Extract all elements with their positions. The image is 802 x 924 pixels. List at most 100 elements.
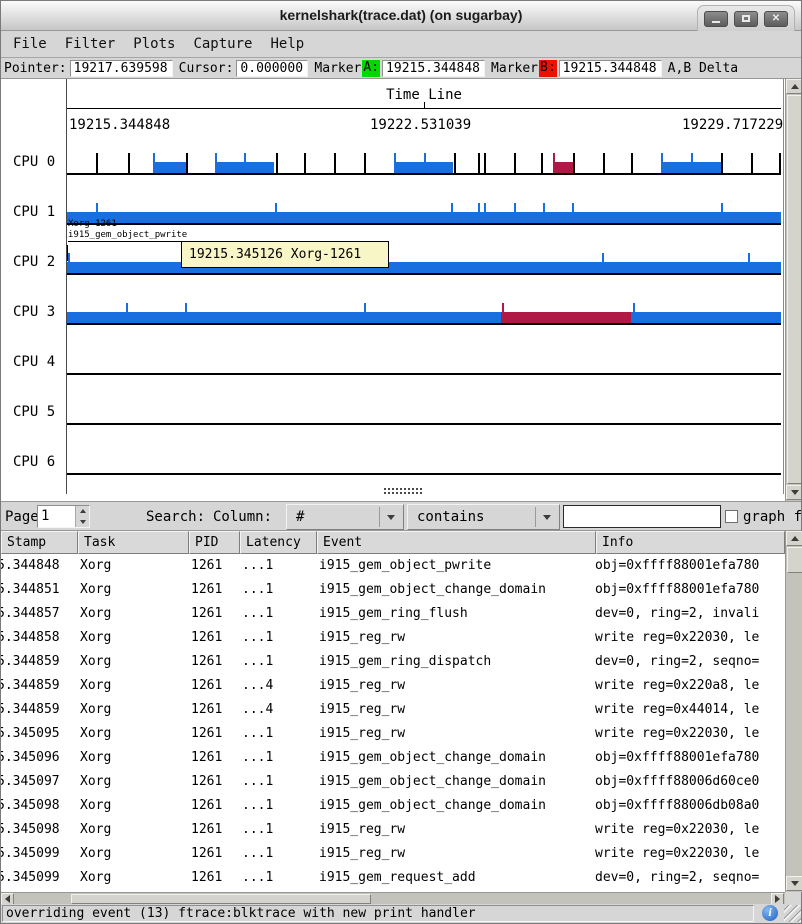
column-header-event[interactable]: Event <box>317 531 596 554</box>
event-tick[interactable] <box>514 203 516 223</box>
event-tick[interactable] <box>96 153 98 173</box>
match-select-dropdown-button[interactable] <box>535 507 557 527</box>
table-row[interactable]: 5.345097Xorg1261...1i915_gem_object_chan… <box>1 770 785 794</box>
cpu-task-bar[interactable] <box>553 162 573 173</box>
table-scroll-thumb[interactable] <box>787 547 802 573</box>
table-row[interactable]: 5.344859Xorg1261...1i915_gem_ring_dispat… <box>1 650 785 674</box>
table-row[interactable]: 5.345095Xorg1261...1i915_reg_rwwrite reg… <box>1 722 785 746</box>
event-tick[interactable] <box>602 253 604 273</box>
menu-item-help[interactable]: Help <box>261 33 313 55</box>
graph-scroll-up-button[interactable] <box>786 79 801 94</box>
event-tick[interactable] <box>484 153 486 173</box>
cpu-task-bar[interactable] <box>67 262 781 273</box>
column-header-pid[interactable]: PID <box>189 531 240 554</box>
table-row[interactable]: 5.345099Xorg1261...1i915_gem_request_add… <box>1 866 785 890</box>
marker-a-key[interactable]: A: <box>362 60 380 77</box>
event-tick[interactable] <box>185 303 187 323</box>
event-tick[interactable] <box>779 153 781 173</box>
table-row[interactable]: 5.345098Xorg1261...1i915_reg_rwwrite reg… <box>1 818 785 842</box>
pane-splitter-handle[interactable] <box>384 488 422 494</box>
event-tick[interactable] <box>454 153 456 173</box>
table-row[interactable]: 5.345099Xorg1261...1i915_reg_rwwrite reg… <box>1 842 785 866</box>
page-decrement-button[interactable] <box>76 517 90 527</box>
table-row[interactable]: 5.345098Xorg1261...1i915_gem_object_chan… <box>1 794 785 818</box>
timeline-plot[interactable]: Time Line 19215.344848 19222.531039 1922… <box>1 79 801 501</box>
graph-vertical-scrollbar[interactable] <box>785 79 801 501</box>
table-vertical-scrollbar[interactable] <box>785 531 802 892</box>
page-spinner[interactable]: 1 <box>37 505 90 528</box>
event-tick[interactable] <box>603 153 605 173</box>
table-row[interactable]: 5.344858Xorg1261...1i915_reg_rwwrite reg… <box>1 626 785 650</box>
maximize-button[interactable] <box>734 11 758 27</box>
event-tick[interactable] <box>424 153 426 173</box>
column-select[interactable]: # <box>286 504 404 530</box>
event-tick[interactable] <box>128 153 130 173</box>
resize-grip[interactable] <box>784 905 801 922</box>
search-input[interactable] <box>563 505 721 528</box>
event-tick[interactable] <box>334 153 336 173</box>
table-hscroll-thumb[interactable] <box>71 894 371 904</box>
menu-item-capture[interactable]: Capture <box>184 33 261 55</box>
close-button[interactable]: ✕ <box>764 11 788 27</box>
table-horizontal-scrollbar[interactable] <box>1 892 785 904</box>
event-tick[interactable] <box>244 153 246 173</box>
event-tick[interactable] <box>478 153 480 173</box>
event-tick[interactable] <box>68 253 70 273</box>
menu-item-filter[interactable]: Filter <box>56 33 125 55</box>
event-tick[interactable] <box>304 153 306 173</box>
page-value[interactable]: 1 <box>41 508 49 524</box>
event-tick[interactable] <box>721 153 723 173</box>
graph-scroll-thumb[interactable] <box>787 95 801 484</box>
column-header-task[interactable]: Task <box>78 531 189 554</box>
event-tick[interactable] <box>572 203 574 223</box>
table-row[interactable]: 5.344857Xorg1261...1i915_gem_ring_flushd… <box>1 602 785 626</box>
info-icon[interactable]: i <box>762 905 778 921</box>
table-row[interactable]: 5.345096Xorg1261...1i915_gem_object_chan… <box>1 746 785 770</box>
cpu-task-bar[interactable] <box>153 162 186 173</box>
event-tick[interactable] <box>631 153 633 173</box>
column-header-info[interactable]: Info <box>596 531 785 554</box>
menu-item-file[interactable]: File <box>4 33 56 55</box>
event-tick[interactable] <box>364 153 366 173</box>
cpu-task-bar[interactable] <box>67 212 781 223</box>
event-tick[interactable] <box>364 303 366 323</box>
event-tick[interactable] <box>553 153 555 173</box>
column-header-latency[interactable]: Latency <box>240 531 317 554</box>
column-select-dropdown-button[interactable] <box>379 507 401 527</box>
table-row[interactable]: 5.344851Xorg1261...1i915_gem_object_chan… <box>1 578 785 602</box>
event-tick[interactable] <box>748 253 750 273</box>
event-tick[interactable] <box>502 303 504 323</box>
page-increment-button[interactable] <box>76 506 90 516</box>
event-tick[interactable] <box>215 153 217 173</box>
table-row[interactable]: 5.344859Xorg1261...4i915_reg_rwwrite reg… <box>1 698 785 722</box>
event-tick[interactable] <box>126 303 128 323</box>
match-select[interactable]: contains <box>407 504 560 530</box>
event-tick[interactable] <box>514 153 516 173</box>
table-row[interactable]: 5.344859Xorg1261...4i915_reg_rwwrite reg… <box>1 674 785 698</box>
title-bar[interactable]: kernelshark(trace.dat) (on sugarbay) ✕ <box>1 1 801 31</box>
event-tick[interactable] <box>275 203 277 223</box>
table-row[interactable]: 5.344848Xorg1261...1i915_gem_object_pwri… <box>1 554 785 578</box>
event-tick[interactable] <box>394 153 396 173</box>
column-header-stamp[interactable]: Stamp <box>1 531 78 554</box>
event-tick[interactable] <box>541 153 543 173</box>
event-tick[interactable] <box>721 203 723 223</box>
event-tick[interactable] <box>633 303 635 323</box>
event-tick[interactable] <box>153 153 155 173</box>
event-tick[interactable] <box>484 203 486 223</box>
event-tick[interactable] <box>751 153 753 173</box>
event-tick[interactable] <box>186 153 188 173</box>
event-tick[interactable] <box>543 203 545 223</box>
event-tick[interactable] <box>691 153 693 173</box>
table-scroll-down-button[interactable] <box>786 876 802 891</box>
event-tick[interactable] <box>661 153 663 173</box>
cpu-task-bar[interactable] <box>67 312 781 323</box>
event-tick[interactable] <box>276 153 278 173</box>
marker-b-key[interactable]: B: <box>539 60 557 77</box>
minimize-button[interactable] <box>704 11 728 27</box>
menu-item-plots[interactable]: Plots <box>124 33 184 55</box>
event-tick[interactable] <box>451 203 453 223</box>
graph-follows-checkbox[interactable] <box>725 510 738 523</box>
cpu-task-bar[interactable] <box>501 312 631 323</box>
event-tick[interactable] <box>478 203 480 223</box>
